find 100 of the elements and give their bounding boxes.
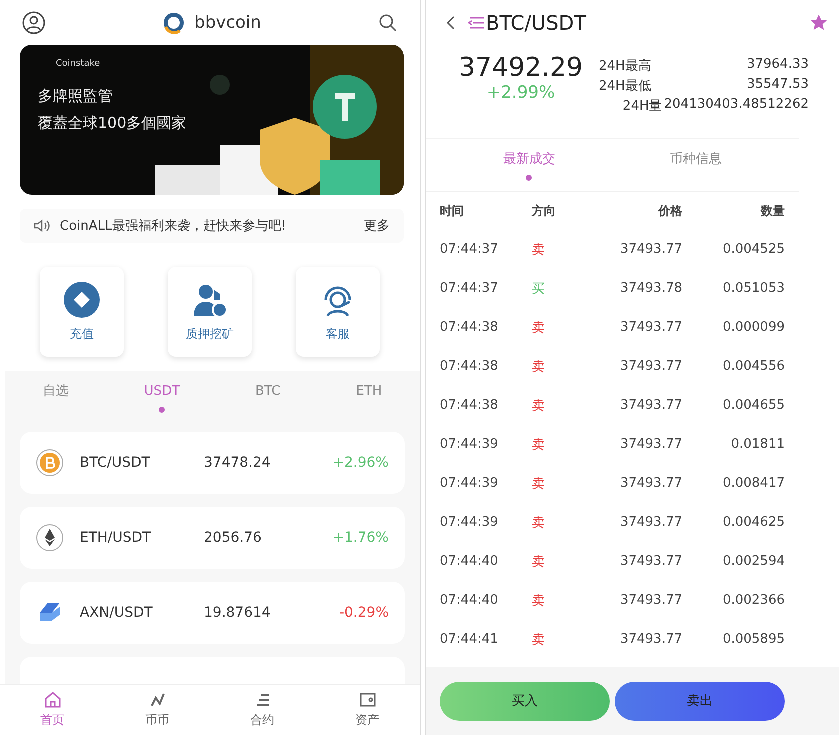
- ethereum-icon: [36, 524, 64, 552]
- trade-amount: 0.051053: [722, 281, 785, 296]
- column-header: 价格: [657, 202, 682, 220]
- detail-tab[interactable]: 币种信息: [660, 145, 732, 183]
- trade-side: 买: [531, 280, 546, 298]
- market-tab[interactable]: BTC: [246, 377, 291, 415]
- trade-time: 07:44:41: [440, 632, 500, 647]
- trade-time: 07:44:38: [440, 320, 500, 335]
- coin-row[interactable]: AXN/USDT 19.87614 -0.29%: [20, 582, 405, 644]
- trade-price: 37493.77: [619, 593, 682, 608]
- banner-brand: Coinstake: [56, 59, 100, 69]
- more-link[interactable]: 更多: [364, 217, 390, 235]
- back-icon[interactable]: [446, 16, 456, 30]
- stat-label: 24H最高: [599, 58, 652, 75]
- coin-pair: ETH/USDT: [80, 530, 152, 546]
- trade-time: 07:44:38: [440, 359, 500, 374]
- coin-price: 37478.24: [204, 455, 272, 471]
- promo-banner[interactable]: Coinstake 多牌照監管 覆蓋全球100多個國家: [20, 45, 404, 195]
- trade-time: 07:44:40: [440, 554, 500, 569]
- shortcut-button[interactable]: 充值: [40, 267, 124, 357]
- coin-change: +1.76%: [332, 530, 389, 546]
- trade-side: 卖: [531, 320, 546, 336]
- coin-change: -0.29%: [339, 605, 389, 621]
- coin-price: 19.87614: [204, 605, 272, 621]
- stat-label: 24H最低: [599, 78, 652, 95]
- trade-side: 卖: [531, 398, 546, 414]
- trade-price: 37493.77: [619, 632, 682, 647]
- trade-side: 卖: [531, 632, 546, 648]
- banner-headline: 覆蓋全球100多個國家: [38, 114, 187, 133]
- trade-price: 37493.77: [619, 320, 682, 335]
- market-tab[interactable]: ETH: [346, 377, 392, 415]
- menu-icon[interactable]: [468, 16, 484, 30]
- profile-icon[interactable]: [22, 10, 46, 34]
- coin-change: +2.96%: [332, 455, 389, 471]
- shortcut-label: 充值: [70, 326, 94, 342]
- notice-text: CoinALL最强福利来袭，赶快来参与吧!: [60, 218, 288, 235]
- trade-side: 卖: [531, 592, 546, 610]
- column-header: 方向: [530, 202, 557, 220]
- bitcoin-icon: [36, 449, 64, 477]
- app-title: bbvcoin: [194, 12, 262, 32]
- trade-amount: 0.000099: [722, 320, 785, 335]
- trade-time: 07:44:37: [440, 281, 500, 296]
- market-tab[interactable]: USDT: [134, 377, 190, 415]
- coin-price: 2056.76: [204, 530, 263, 546]
- trade-amount: 0.004655: [722, 398, 785, 413]
- trade-amount: 0.004625: [722, 515, 785, 530]
- trade-price: 37493.78: [619, 281, 682, 296]
- nav-tab[interactable]: 资产: [338, 691, 398, 729]
- trade-price: 37493.77: [619, 437, 682, 452]
- nav-tab[interactable]: 币币: [128, 691, 188, 729]
- trade-side: 卖: [531, 436, 546, 454]
- trade-price: 37493.77: [619, 476, 682, 491]
- nav-tab[interactable]: 首页: [22, 691, 82, 729]
- trade-price: 37493.77: [619, 242, 682, 257]
- column-header: 数量: [760, 202, 785, 220]
- trade-time: 07:44:39: [440, 515, 500, 530]
- coin-pair: AXN/USDT: [80, 605, 154, 621]
- sell-button[interactable]: 卖出: [615, 682, 785, 720]
- coin-logo-icon: [162, 12, 185, 34]
- trade-amount: 0.004556: [722, 359, 785, 374]
- trade-time: 07:44:39: [440, 476, 500, 491]
- nav-tab[interactable]: 合约: [232, 691, 292, 729]
- last-price: 37492.29: [458, 53, 584, 83]
- trade-amount: 0.004525: [722, 242, 785, 257]
- stat-value: 204130403.48512262: [664, 97, 809, 114]
- column-header: 时间: [440, 202, 465, 220]
- diamond-coin-icon: [64, 282, 100, 318]
- stat-value: 35547.53: [746, 77, 809, 94]
- coin-row[interactable]: BTC/USDT 37478.24 +2.96%: [20, 432, 405, 494]
- coin-row[interactable]: ETH/USDT 2056.76 +1.76%: [20, 507, 405, 569]
- trade-side: 卖: [531, 554, 546, 570]
- trade-time: 07:44:40: [440, 593, 500, 608]
- notice-bar[interactable]: CoinALL最强福利来袭，赶快来参与吧! 更多: [20, 209, 404, 243]
- home-icon: [44, 691, 62, 709]
- market-tab[interactable]: 自选: [32, 377, 79, 415]
- trade-amount: 0.002594: [722, 554, 785, 569]
- trade-price: 37493.77: [619, 359, 682, 374]
- trade-side: 卖: [531, 476, 546, 492]
- trade-side: 卖: [531, 358, 546, 376]
- speaker-icon: [34, 219, 50, 233]
- stat-label: 24H量: [622, 98, 662, 115]
- trade-price: 37493.77: [619, 398, 682, 413]
- line-chart-icon: [148, 691, 166, 709]
- shortcut-button[interactable]: 客服: [296, 267, 380, 357]
- banner-headline: 多牌照監管: [38, 87, 113, 106]
- star-icon[interactable]: [811, 14, 827, 30]
- buy-button[interactable]: 买入: [440, 682, 610, 720]
- shortcut-label: 质押挖矿: [186, 326, 234, 342]
- trade-time: 07:44:38: [440, 398, 500, 413]
- detail-tab[interactable]: 最新成交: [493, 145, 566, 183]
- trade-side: 卖: [531, 514, 546, 532]
- stat-value: 37964.33: [746, 57, 809, 74]
- trade-amount: 0.002366: [722, 593, 785, 608]
- trade-amount: 0.005895: [722, 632, 785, 647]
- shortcut-button[interactable]: 质押挖矿: [168, 267, 252, 357]
- trade-price: 37493.77: [619, 515, 682, 530]
- trade-time: 07:44:39: [440, 437, 500, 452]
- pair-title: BTC/USDT: [486, 10, 588, 34]
- search-icon[interactable]: [378, 12, 398, 32]
- price-change: +2.99%: [486, 83, 556, 103]
